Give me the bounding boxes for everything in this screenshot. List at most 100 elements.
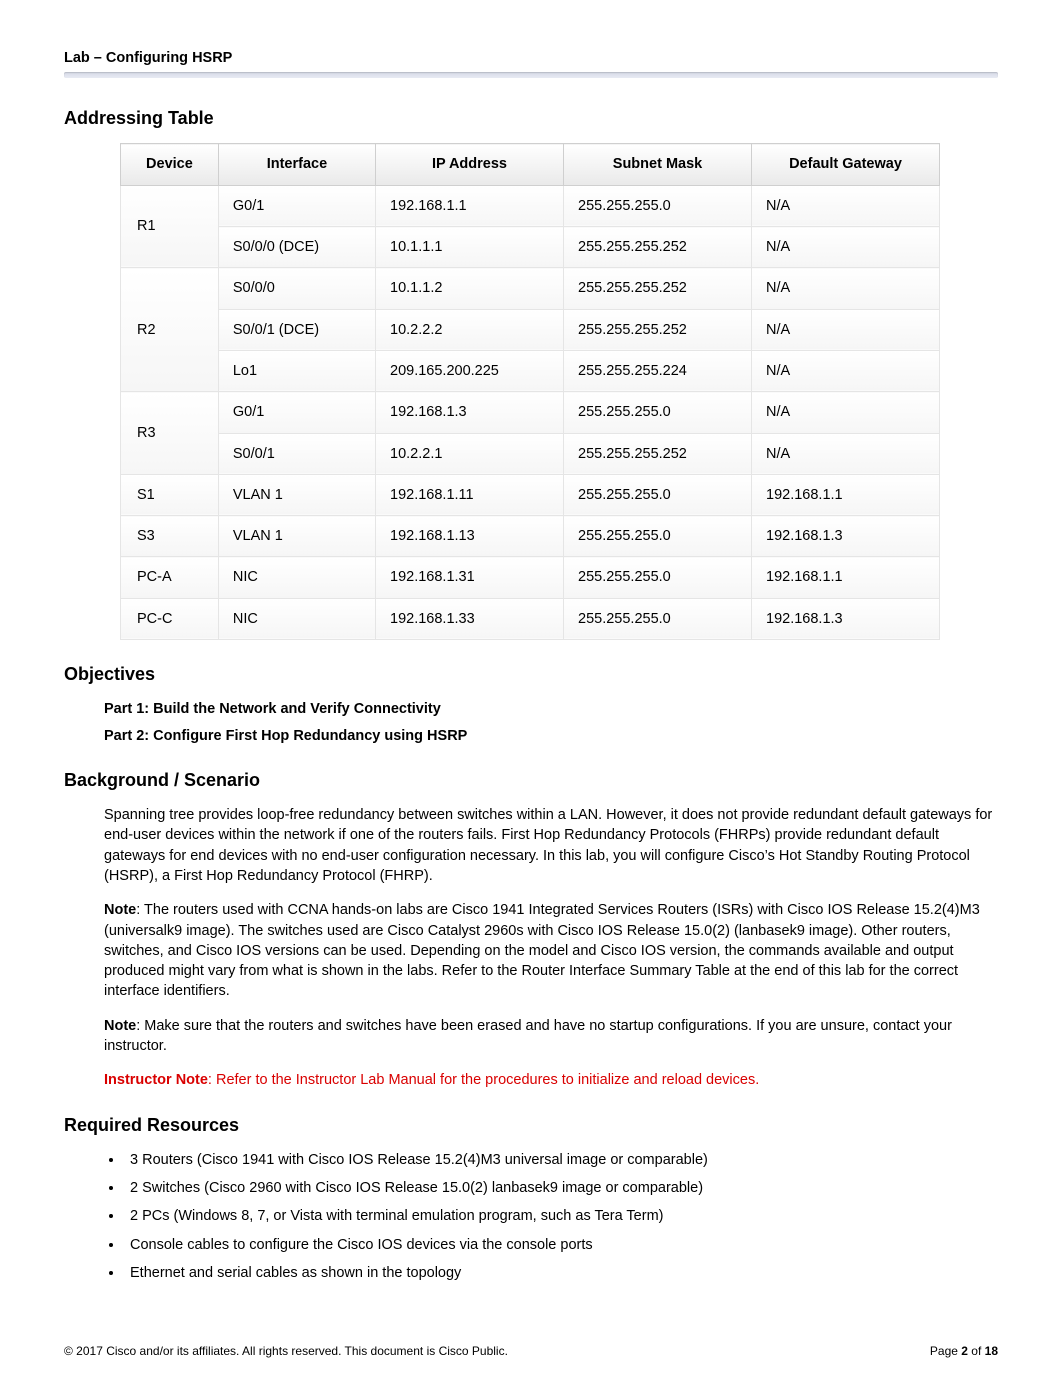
device-cell: R1 (121, 185, 219, 268)
section-background-title: Background / Scenario (64, 768, 998, 793)
addressing-table-wrap: Device Interface IP Address Subnet Mask … (120, 143, 998, 640)
list-item: 2 PCs (Windows 8, 7, or Vista with termi… (124, 1206, 998, 1226)
background-note2: Note: Make sure that the routers and swi… (104, 1016, 998, 1057)
mask-cell: 255.255.255.0 (564, 557, 752, 598)
note-label: Note (104, 1018, 136, 1034)
objective-part1: Part 1: Build the Network and Verify Con… (104, 699, 998, 719)
ip-cell: 192.168.1.31 (376, 557, 564, 598)
gateway-cell: 192.168.1.3 (752, 598, 940, 639)
mask-cell: 255.255.255.0 (564, 598, 752, 639)
gateway-cell: 192.168.1.3 (752, 516, 940, 557)
footer-page-current: 2 (961, 1344, 968, 1358)
mask-cell: 255.255.255.252 (564, 268, 752, 309)
section-objectives-title: Objectives (64, 662, 998, 687)
gateway-cell: N/A (752, 227, 940, 268)
ip-cell: 192.168.1.1 (376, 185, 564, 226)
col-interface: Interface (218, 144, 375, 185)
mask-cell: 255.255.255.0 (564, 185, 752, 226)
gateway-cell: N/A (752, 392, 940, 433)
footer-copyright: © 2017 Cisco and/or its affiliates. All … (64, 1344, 508, 1358)
ip-cell: 10.2.2.2 (376, 309, 564, 350)
list-item: 2 Switches (Cisco 2960 with Cisco IOS Re… (124, 1178, 998, 1198)
page-footer: © 2017 Cisco and/or its affiliates. All … (64, 1343, 998, 1360)
gateway-cell: N/A (752, 309, 940, 350)
footer-page-total: 18 (985, 1344, 998, 1358)
background-body: Spanning tree provides loop-free redunda… (104, 805, 998, 1091)
header-divider (64, 72, 998, 78)
ip-cell: 192.168.1.33 (376, 598, 564, 639)
interface-cell: Lo1 (218, 350, 375, 391)
device-cell: S1 (121, 474, 219, 515)
instructor-note-label: Instructor Note (104, 1072, 208, 1088)
table-row: S0/0/110.2.2.1255.255.255.252N/A (121, 433, 940, 474)
device-cell: PC-A (121, 557, 219, 598)
device-cell: PC-C (121, 598, 219, 639)
mask-cell: 255.255.255.0 (564, 474, 752, 515)
device-cell: R2 (121, 268, 219, 392)
list-item: Ethernet and serial cables as shown in t… (124, 1263, 998, 1283)
col-ip: IP Address (376, 144, 564, 185)
interface-cell: NIC (218, 598, 375, 639)
mask-cell: 255.255.255.252 (564, 433, 752, 474)
section-resources-title: Required Resources (64, 1113, 998, 1138)
section-addressing-title: Addressing Table (64, 106, 998, 131)
interface-cell: VLAN 1 (218, 516, 375, 557)
table-row: S0/0/1 (DCE)10.2.2.2255.255.255.252N/A (121, 309, 940, 350)
table-row: S0/0/0 (DCE)10.1.1.1255.255.255.252N/A (121, 227, 940, 268)
col-mask: Subnet Mask (564, 144, 752, 185)
interface-cell: S0/0/0 (218, 268, 375, 309)
background-p1: Spanning tree provides loop-free redunda… (104, 805, 998, 886)
mask-cell: 255.255.255.0 (564, 516, 752, 557)
gateway-cell: N/A (752, 185, 940, 226)
table-row: R2S0/0/010.1.1.2255.255.255.252N/A (121, 268, 940, 309)
table-row: S1VLAN 1192.168.1.11255.255.255.0192.168… (121, 474, 940, 515)
table-row: PC-ANIC192.168.1.31255.255.255.0192.168.… (121, 557, 940, 598)
interface-cell: S0/0/1 (DCE) (218, 309, 375, 350)
mask-cell: 255.255.255.0 (564, 392, 752, 433)
ip-cell: 10.2.2.1 (376, 433, 564, 474)
mask-cell: 255.255.255.224 (564, 350, 752, 391)
table-header-row: Device Interface IP Address Subnet Mask … (121, 144, 940, 185)
table-row: R1G0/1192.168.1.1255.255.255.0N/A (121, 185, 940, 226)
gateway-cell: N/A (752, 433, 940, 474)
device-cell: S3 (121, 516, 219, 557)
instructor-note-body: : Refer to the Instructor Lab Manual for… (208, 1072, 759, 1088)
interface-cell: VLAN 1 (218, 474, 375, 515)
objectives-list: Part 1: Build the Network and Verify Con… (104, 699, 998, 746)
mask-cell: 255.255.255.252 (564, 227, 752, 268)
col-device: Device (121, 144, 219, 185)
table-row: R3G0/1192.168.1.3255.255.255.0N/A (121, 392, 940, 433)
interface-cell: S0/0/1 (218, 433, 375, 474)
gateway-cell: 192.168.1.1 (752, 474, 940, 515)
note2-body: : Make sure that the routers and switche… (104, 1018, 952, 1054)
table-row: PC-CNIC192.168.1.33255.255.255.0192.168.… (121, 598, 940, 639)
table-row: Lo1209.165.200.225255.255.255.224N/A (121, 350, 940, 391)
instructor-note: Instructor Note: Refer to the Instructor… (104, 1070, 998, 1090)
table-row: S3VLAN 1192.168.1.13255.255.255.0192.168… (121, 516, 940, 557)
ip-cell: 192.168.1.13 (376, 516, 564, 557)
col-gateway: Default Gateway (752, 144, 940, 185)
footer-page-label: Page (930, 1344, 961, 1358)
background-note1: Note: The routers used with CCNA hands-o… (104, 900, 998, 1001)
gateway-cell: N/A (752, 268, 940, 309)
gateway-cell: N/A (752, 350, 940, 391)
ip-cell: 10.1.1.2 (376, 268, 564, 309)
mask-cell: 255.255.255.252 (564, 309, 752, 350)
footer-page: Page 2 of 18 (930, 1343, 998, 1360)
interface-cell: S0/0/0 (DCE) (218, 227, 375, 268)
interface-cell: G0/1 (218, 392, 375, 433)
footer-page-of: of (968, 1344, 985, 1358)
list-item: Console cables to configure the Cisco IO… (124, 1235, 998, 1255)
interface-cell: NIC (218, 557, 375, 598)
page-header-title: Lab – Configuring HSRP (64, 48, 998, 68)
interface-cell: G0/1 (218, 185, 375, 226)
ip-cell: 10.1.1.1 (376, 227, 564, 268)
device-cell: R3 (121, 392, 219, 475)
list-item: 3 Routers (Cisco 1941 with Cisco IOS Rel… (124, 1150, 998, 1170)
note-label: Note (104, 902, 136, 918)
ip-cell: 192.168.1.3 (376, 392, 564, 433)
gateway-cell: 192.168.1.1 (752, 557, 940, 598)
note1-body: : The routers used with CCNA hands-on la… (104, 902, 980, 999)
addressing-table: Device Interface IP Address Subnet Mask … (120, 143, 940, 640)
objective-part2: Part 2: Configure First Hop Redundancy u… (104, 726, 998, 746)
